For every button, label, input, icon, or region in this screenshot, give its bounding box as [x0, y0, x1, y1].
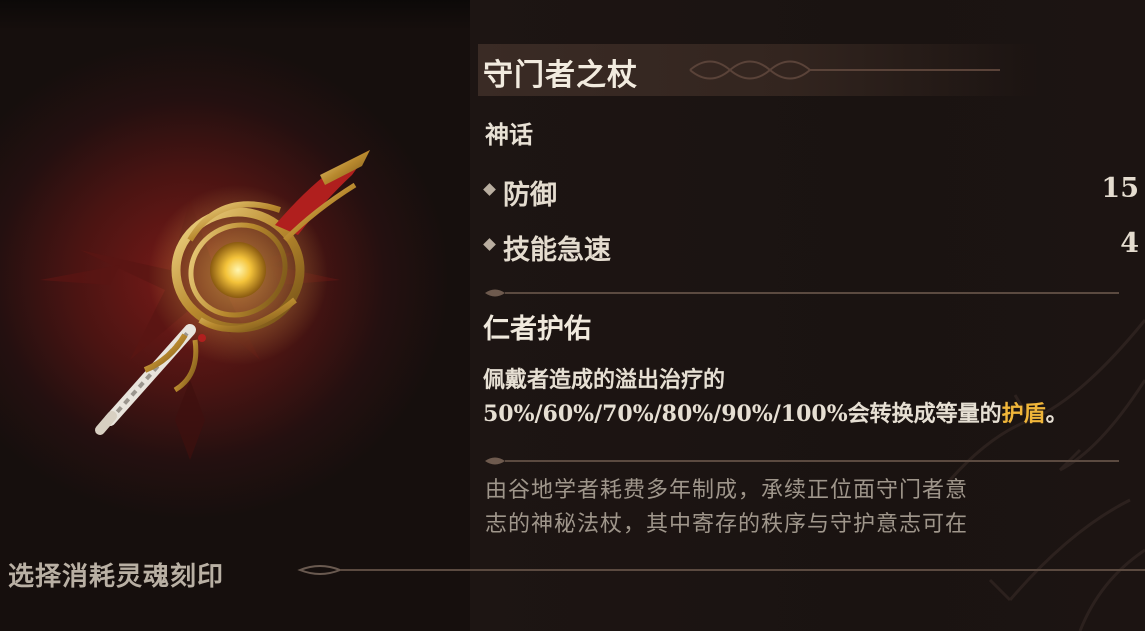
lore-text: 由谷地学者耗费多年制成，承续正位面守门者意 志的神秘法杖，其中寄存的秩序与守护意…: [485, 474, 1125, 542]
section-divider: [485, 289, 1119, 297]
stat-row-ability-haste: 技能急速 4: [483, 228, 1143, 266]
select-soul-imprint-button[interactable]: 选择消耗灵魂刻印: [8, 556, 224, 593]
title-ornament-icon: [689, 60, 1000, 80]
passive-desc-suffix: 。: [1045, 401, 1068, 427]
passive-description: 佩戴者造成的溢出治疗的 50%/60%/70%/80%/90%/100%会转换成…: [483, 363, 1143, 431]
passive-name: 仁者护佑: [483, 314, 591, 345]
lore-line1: 由谷地学者耗费多年制成，承续正位面守门者意: [485, 478, 969, 503]
passive-desc-prefix: 50%/60%/70%/80%/90%/100%会转换成等量的: [483, 401, 1002, 427]
rarity-label: 神话: [485, 120, 533, 149]
footer-divider: [297, 565, 1145, 575]
lore-line2: 志的神秘法杖，其中寄存的秩序与守护意志可在: [485, 512, 969, 537]
stat-value: 15: [1101, 173, 1139, 204]
item-title: 守门者之杖: [483, 58, 638, 93]
bullet-diamond-icon: [483, 183, 496, 196]
stat-label: 防御: [503, 180, 557, 211]
passive-desc-line1: 佩戴者造成的溢出治疗的: [483, 367, 726, 393]
stat-value: 4: [1120, 228, 1139, 259]
shield-keyword: 护盾: [1001, 401, 1046, 427]
section-divider: [485, 457, 1119, 465]
stat-row-defense: 防御 15: [483, 173, 1143, 211]
bullet-diamond-icon: [483, 238, 496, 251]
passive-desc-line2: 50%/60%/70%/80%/90%/100%会转换成等量的护盾。: [483, 397, 1143, 431]
stat-label: 技能急速: [503, 235, 611, 266]
staff-icon: [95, 150, 370, 435]
